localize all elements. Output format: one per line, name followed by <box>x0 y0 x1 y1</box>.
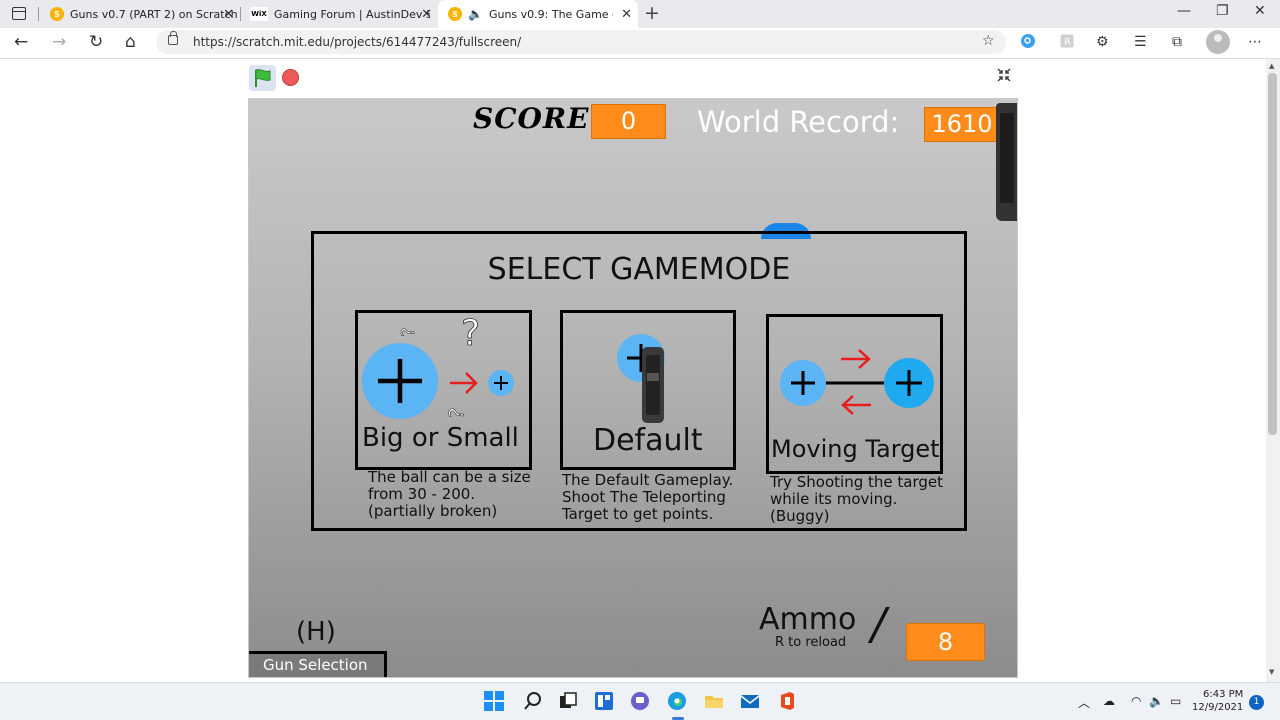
ammo-separator: / <box>871 599 886 650</box>
onedrive-icon[interactable]: ☁ <box>1103 694 1115 708</box>
battery-icon[interactable]: ▭ <box>1170 694 1181 708</box>
svg-text:?: ? <box>398 327 419 337</box>
extension-search-icon[interactable] <box>1021 34 1035 52</box>
task-view-icon[interactable] <box>558 691 578 711</box>
score-label: SCORE: <box>473 102 601 135</box>
tab-gaming-forum[interactable]: WiX Gaming Forum | AustinDev Studi ✕ <box>240 0 438 28</box>
description-line: Shoot The Teleporting <box>562 488 726 506</box>
svg-text:R: R <box>1064 37 1071 48</box>
score-value: 0 <box>591 104 666 139</box>
edge-browser-icon[interactable] <box>667 691 687 711</box>
wix-icon: WiX <box>250 7 268 21</box>
favorites-icon[interactable]: ☰ <box>1134 34 1147 50</box>
svg-text:?: ? <box>444 406 469 421</box>
widgets-icon[interactable] <box>594 691 614 711</box>
file-explorer-icon[interactable] <box>704 691 724 711</box>
ammo-label: Ammo <box>759 602 857 637</box>
back-icon[interactable]: ← <box>14 32 28 52</box>
scratch-icon: S <box>448 7 462 21</box>
teams-chat-icon[interactable] <box>630 691 650 711</box>
lock-icon[interactable] <box>168 31 178 45</box>
close-tab-icon[interactable]: ✕ <box>621 7 632 22</box>
tab-actions-icon[interactable] <box>12 7 26 20</box>
taskbar: ︿ ☁ ◠ 🔈 ▭ 6:43 PM 12/9/2021 1 <box>0 682 1280 720</box>
volume-icon[interactable]: 🔈 <box>1149 694 1164 708</box>
tab-title: Guns v0.7 (PART 2) on Scratch <box>70 7 238 21</box>
ammo-value: 8 <box>906 623 985 661</box>
mode-title: Default <box>593 423 703 458</box>
close-tab-icon[interactable]: ✕ <box>223 7 234 22</box>
url-text[interactable]: https://scratch.mit.edu/projects/6144772… <box>193 35 521 49</box>
more-options-icon[interactable]: ⋯ <box>1248 34 1262 50</box>
mode-title: Big or Small <box>362 423 519 453</box>
windows-start-icon[interactable] <box>484 691 504 711</box>
mode-description: The Default Gameplay. Shoot The Teleport… <box>562 472 733 523</box>
home-icon[interactable]: ⌂ <box>125 32 136 52</box>
scroll-down-icon[interactable]: ▼ <box>1269 668 1274 676</box>
navigation-bar: ← → ↻ ⌂ https://scratch.mit.edu/projects… <box>0 28 1280 58</box>
world-record-value: 1610 <box>924 107 1000 142</box>
svg-text:?: ? <box>461 313 480 354</box>
mode-card-default[interactable]: Default <box>560 310 736 470</box>
description-line: (Buggy) <box>770 507 830 525</box>
tab-separator <box>38 7 39 21</box>
description-line: (partially broken) <box>368 502 498 520</box>
restore-icon[interactable]: ❐ <box>1216 3 1229 19</box>
divider <box>0 58 1280 59</box>
close-tab-icon[interactable]: ✕ <box>421 7 432 22</box>
scroll-up-icon[interactable]: ▲ <box>1269 62 1274 70</box>
description-line: Try Shooting the target <box>770 473 943 491</box>
minimize-icon[interactable]: — <box>1177 3 1191 19</box>
refresh-icon[interactable]: ↻ <box>89 32 103 52</box>
mode-description: The ball can be a size from 30 - 200. (p… <box>368 469 531 520</box>
speaker-icon[interactable]: 🔈 <box>468 7 483 21</box>
mode-card-moving-target[interactable]: Moving Target <box>766 314 943 474</box>
scrollbar-thumb[interactable] <box>1268 73 1277 435</box>
description-line: while its moving. <box>770 490 898 508</box>
scratch-icon: S <box>50 7 64 21</box>
office-icon[interactable] <box>777 691 797 711</box>
tab-title: Gaming Forum | AustinDev Studi <box>274 7 430 21</box>
tab-guns-v07[interactable]: S Guns v0.7 (PART 2) on Scratch ✕ <box>40 0 240 28</box>
notification-badge[interactable]: 1 <box>1249 695 1264 710</box>
tab-guns-v09[interactable]: S 🔈 Guns v0.9: The Game on Sc ✕ <box>438 0 638 28</box>
search-icon[interactable] <box>523 691 543 711</box>
mode-card-big-or-small[interactable]: ? ? ? Big or Small <box>355 310 532 470</box>
address-bar[interactable]: https://scratch.mit.edu/projects/6144772… <box>156 30 1006 54</box>
gun-selection-button[interactable]: Gun Selection <box>249 651 387 677</box>
panel-title: SELECT GAMEMODE <box>487 252 791 287</box>
close-window-icon[interactable]: ✕ <box>1254 3 1266 19</box>
mode-description: Try Shooting the target while its moving… <box>770 474 943 525</box>
project-stage[interactable]: SCORE: 0 World Record: 1610 SELECT GAMEM… <box>248 98 1018 678</box>
tab-title: Guns v0.9: The Game on Sc <box>488 7 613 21</box>
exit-fullscreen-icon[interactable] <box>992 67 1016 89</box>
description-line: The ball can be a size <box>368 468 531 486</box>
wifi-icon[interactable]: ◠ <box>1131 694 1141 708</box>
green-flag-button[interactable] <box>249 65 276 91</box>
mail-icon[interactable] <box>740 691 760 711</box>
description-line: The Default Gameplay. <box>562 471 734 489</box>
extension-r-icon[interactable]: R <box>1060 34 1074 52</box>
clock-time: 6:43 PM <box>1202 689 1244 700</box>
gamemode-panel: SELECT GAMEMODE ? ? ? Big or Small The b… <box>311 231 967 531</box>
clock[interactable]: 6:43 PM 12/9/2021 <box>1192 688 1243 714</box>
forward-icon[interactable]: → <box>52 32 66 52</box>
collections-icon[interactable]: ⧉ <box>1172 34 1182 50</box>
gun-sprite <box>996 103 1017 221</box>
gun-selection-hotkey: (H) <box>296 617 336 647</box>
clock-date: 12/9/2021 <box>1192 702 1244 713</box>
new-tab-icon[interactable]: + <box>644 2 660 24</box>
description-line: Target to get points. <box>562 505 714 523</box>
show-hidden-icons-icon[interactable]: ︿ <box>1078 694 1090 711</box>
extensions-icon[interactable]: ⚙ <box>1096 34 1109 50</box>
tab-strip: S Guns v0.7 (PART 2) on Scratch ✕ WiX Ga… <box>0 0 1280 28</box>
description-line: from 30 - 200. <box>368 485 476 503</box>
green-flag-icon <box>255 69 271 87</box>
add-favorite-icon[interactable]: ☆ <box>982 33 995 49</box>
world-record-label: World Record: <box>697 105 900 139</box>
stop-button[interactable] <box>282 69 299 86</box>
profile-avatar[interactable] <box>1206 30 1230 54</box>
mode-title: Moving Target <box>771 435 940 463</box>
reload-hint: R to reload <box>775 635 847 650</box>
